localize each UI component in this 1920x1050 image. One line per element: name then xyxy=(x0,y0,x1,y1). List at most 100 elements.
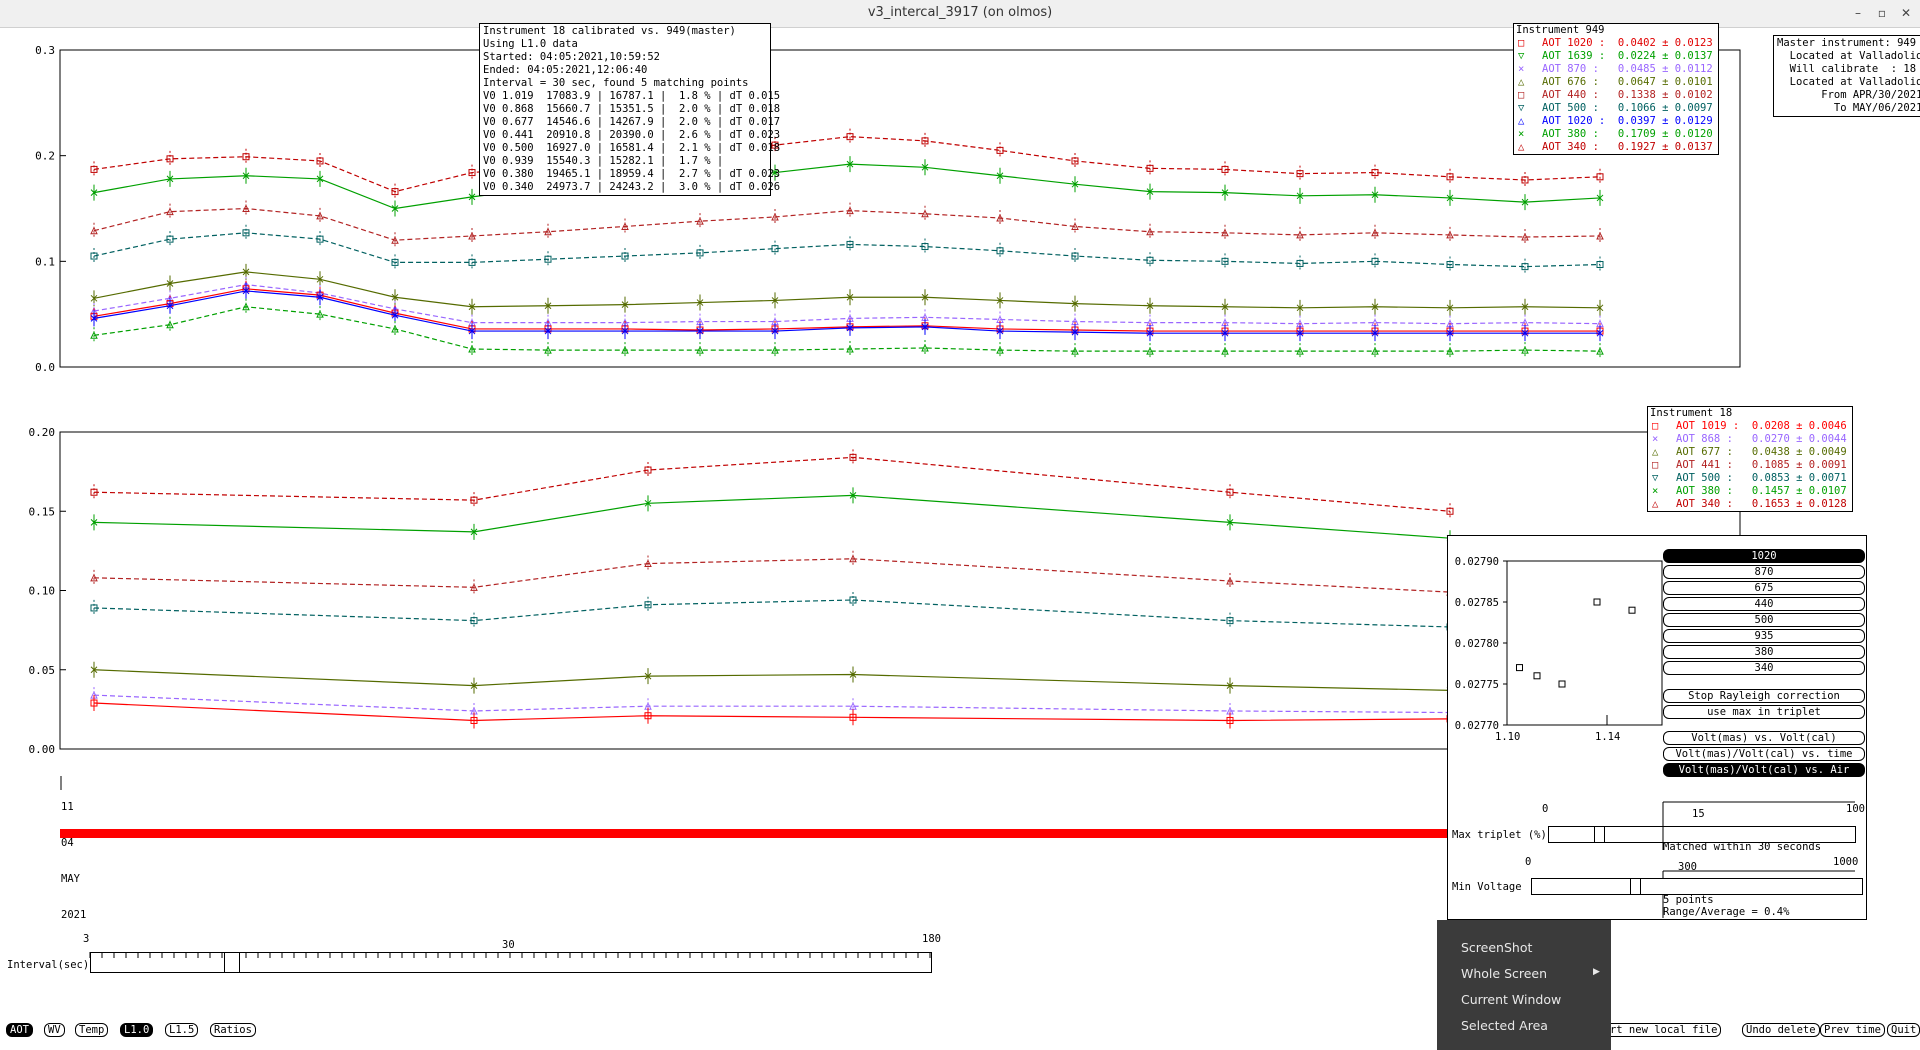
legend-label: AOT 1020 : xyxy=(1542,37,1618,49)
legend-label: AOT 380 : xyxy=(1542,128,1618,140)
master-line: Will calibrate : 18 xyxy=(1777,63,1917,75)
data-type-button-l1-0[interactable]: L1.0 xyxy=(120,1023,154,1037)
data-type-button-wv[interactable]: WV xyxy=(44,1023,65,1037)
scatter-x-tick: 1.10 xyxy=(1495,731,1520,743)
min-voltage-slider-thumb[interactable] xyxy=(1630,878,1641,895)
scatter-point xyxy=(1628,606,1636,614)
marker-icon: △ xyxy=(1518,141,1525,153)
y-tick-label: 0.05 xyxy=(29,664,56,677)
master-line: Located at Valladolid xyxy=(1777,76,1920,88)
summary-line: V0 0.868 15660.7 | 15351.5 | 2.0 % | dT … xyxy=(483,103,781,115)
y-tick-label: 0.00 xyxy=(29,743,56,756)
summary-line: Ended: 04:05:2021,12:06:40 xyxy=(483,64,648,76)
master-line: Master instrument: 949 xyxy=(1777,37,1917,49)
y-tick-label: 0.10 xyxy=(29,585,56,598)
legend-label: AOT 500 : xyxy=(1542,102,1618,114)
top-plot-frame xyxy=(59,49,1741,368)
max-triplet-value: 15 xyxy=(1692,808,1705,820)
series-line xyxy=(93,558,1451,593)
interval-slider[interactable] xyxy=(90,952,932,973)
legend-label: AOT 440 : xyxy=(1542,89,1618,101)
scatter-y-tick: 0.02775 xyxy=(1455,679,1499,691)
legend-value: 0.0270 ± 0.0044 xyxy=(1751,433,1847,445)
min-voltage-value: 300 xyxy=(1678,861,1697,873)
marker-icon: × xyxy=(1652,485,1659,497)
menu-item-screenshot[interactable]: ScreenShot xyxy=(1461,940,1532,955)
interval-min: 3 xyxy=(83,933,90,945)
wavelength-button-1020[interactable]: 1020 xyxy=(1663,549,1865,563)
scatter-x-tick: 1.14 xyxy=(1595,731,1620,743)
max-triplet-note: Matched within 30 seconds xyxy=(1663,841,1822,853)
interval-label: Interval(sec) xyxy=(7,959,90,971)
legend-header: Instrument 949 xyxy=(1516,24,1605,36)
legend-entry: × AOT 870 : 0.0485 ± 0.0112 xyxy=(1514,63,1718,76)
summary-line: Using L1.0 data xyxy=(483,38,578,50)
undo-delete-button[interactable]: Undo delete xyxy=(1742,1023,1820,1037)
interval-slider-thumb[interactable] xyxy=(224,952,241,973)
series-line xyxy=(93,456,1451,512)
plot-mode-button[interactable]: Volt(mas)/Volt(cal) vs. Air Mass xyxy=(1663,763,1865,788)
time-range-bar[interactable] xyxy=(60,829,1450,838)
legend-label: AOT 441 : xyxy=(1676,459,1752,471)
scatter-point xyxy=(1593,598,1601,606)
data-type-button-ratios[interactable]: Ratios xyxy=(210,1023,256,1037)
min-voltage-min: 0 xyxy=(1525,856,1532,868)
legend-value: 0.1709 ± 0.0120 xyxy=(1617,128,1713,140)
use-max-in-triplet-button[interactable]: use max in triplet xyxy=(1663,705,1865,719)
legend-label: AOT 1019 : xyxy=(1676,420,1752,432)
wavelength-button-870[interactable]: 870 xyxy=(1663,565,1865,579)
interval-max: 180 xyxy=(922,933,941,945)
min-voltage-slider[interactable] xyxy=(1531,878,1863,895)
marker-icon: × xyxy=(1518,63,1525,75)
marker-icon: △ xyxy=(1652,446,1659,458)
stop-rayleigh-button[interactable]: Stop Rayleigh correction xyxy=(1663,689,1865,703)
series-line xyxy=(93,599,1451,628)
master-line: To MAY/06/2021 xyxy=(1777,102,1920,114)
plot-mode-button[interactable]: Volt(mas)/Volt(cal) vs. time xyxy=(1663,747,1865,761)
menu-item-current-window[interactable]: Current Window xyxy=(1461,992,1561,1007)
scatter-y-tick: 0.02780 xyxy=(1455,638,1499,650)
legend-entry: × AOT 868 : 0.0270 ± 0.0044 xyxy=(1648,433,1852,446)
marker-icon: □ xyxy=(1518,89,1525,101)
quit-button[interactable]: Quit xyxy=(1887,1023,1920,1037)
scatter-point xyxy=(1558,680,1566,688)
prev-time-button[interactable]: Prev time xyxy=(1820,1023,1885,1037)
max-triplet-slider-thumb[interactable] xyxy=(1593,826,1605,843)
data-type-button-aot[interactable]: AOT xyxy=(6,1023,33,1037)
scatter-frame xyxy=(1506,560,1663,726)
plot-mode-button[interactable]: Volt(mas) vs. Volt(cal) xyxy=(1663,731,1865,745)
summary-line: V0 1.019 17083.9 | 16787.1 | 1.8 % | dT … xyxy=(483,90,781,102)
wavelength-button-440[interactable]: 440 xyxy=(1663,597,1865,611)
legend-entry: △ AOT 676 : 0.0647 ± 0.0101 xyxy=(1514,76,1718,89)
wavelength-button-500[interactable]: 500 xyxy=(1663,613,1865,627)
legend-entry: □ AOT 441 : 0.1085 ± 0.0091 xyxy=(1648,459,1852,472)
data-type-button-temp[interactable]: Temp xyxy=(75,1023,109,1037)
menu-item-selected-area[interactable]: Selected Area xyxy=(1461,1018,1548,1033)
marker-icon: △ xyxy=(1518,115,1525,127)
master-line: Located at Valladolid xyxy=(1777,50,1920,62)
menu-item-whole-screen[interactable]: Whole Screen xyxy=(1461,966,1547,981)
legend-entry: □ AOT 1020 : 0.0402 ± 0.0123 xyxy=(1514,37,1718,50)
wavelength-button-340[interactable]: 340 xyxy=(1663,661,1865,675)
legend-value: 0.1066 ± 0.0097 xyxy=(1617,102,1713,114)
scatter-y-tick: 0.02785 xyxy=(1455,597,1499,609)
master-instrument-box: Master instrument: 949 Located at Vallad… xyxy=(1773,35,1920,117)
max-triplet-label: Max triplet (%) xyxy=(1452,829,1547,841)
max-triplet-min: 0 xyxy=(1542,803,1549,815)
legend-entry: △ AOT 1020 : 0.0397 ± 0.0129 xyxy=(1514,115,1718,128)
marker-icon: △ xyxy=(1652,498,1659,510)
date-label: 11 04 MAY 2021 xyxy=(61,801,87,921)
wavelength-button-935[interactable]: 935 xyxy=(1663,629,1865,643)
data-type-button-l1-5[interactable]: L1.5 xyxy=(165,1023,199,1037)
min-voltage-max: 1000 xyxy=(1833,856,1859,868)
summary-line: V0 0.677 14546.6 | 14267.9 | 2.0 % | dT … xyxy=(483,116,781,128)
wavelength-button-675[interactable]: 675 xyxy=(1663,581,1865,595)
legend-entry: □ AOT 440 : 0.1338 ± 0.0102 xyxy=(1514,89,1718,102)
top-plot-series xyxy=(90,128,1604,360)
min-voltage-points: 5 points xyxy=(1663,894,1714,906)
submenu-arrow-icon: ▶ xyxy=(1593,967,1600,977)
legend-label: AOT 340 : xyxy=(1542,141,1618,153)
series-line xyxy=(93,702,1451,722)
wavelength-button-380[interactable]: 380 xyxy=(1663,645,1865,659)
legend-value: 0.0485 ± 0.0112 xyxy=(1617,63,1713,75)
